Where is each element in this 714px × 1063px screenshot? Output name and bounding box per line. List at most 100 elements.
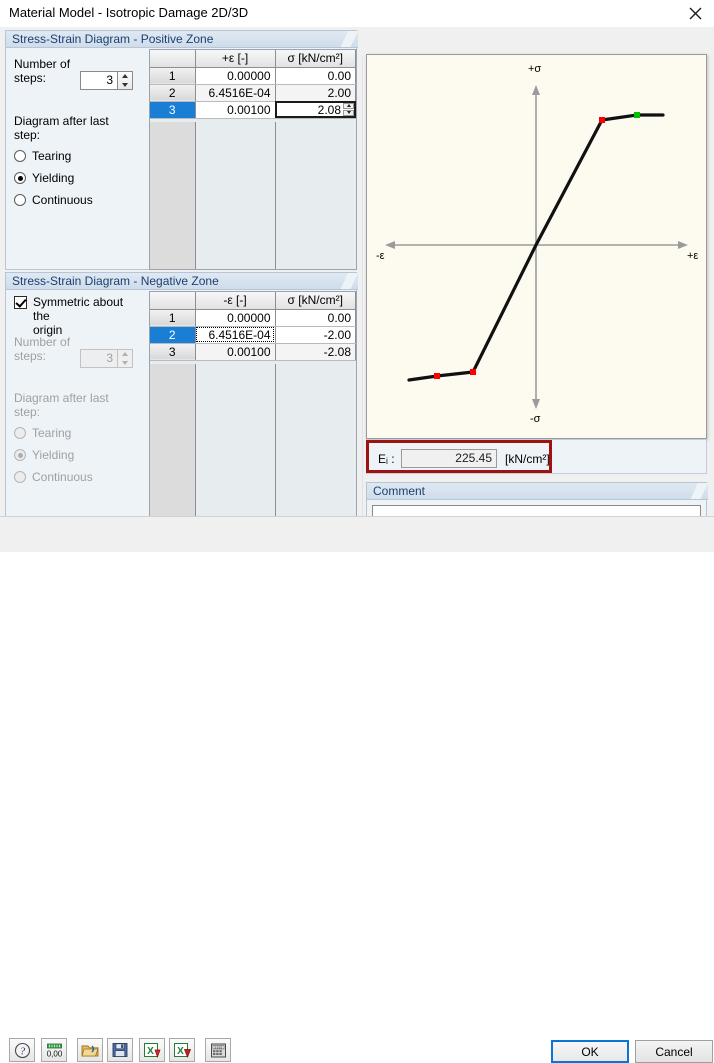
row-strain-cell-focused[interactable]: 6.4516E-04 [195,326,276,344]
negative-steps-stepper [118,349,133,368]
chart-axis-label-negative-sigma: -σ [530,413,541,425]
excel-import-icon[interactable]: X [139,1038,165,1062]
radio-icon [14,427,26,439]
table-row-selected[interactable]: 2 6.4516E-04 -2.00 [150,326,356,344]
table-row[interactable]: 1 0.00000 0.00 [150,67,356,85]
row-index[interactable]: 1 [150,309,196,327]
row-index[interactable]: 2 [150,84,196,102]
svg-text:8888: 8888 [214,1046,222,1050]
table-row[interactable]: 2 6.4516E-04 2.00 [150,84,356,102]
positive-option-yielding[interactable]: Yielding [14,170,74,186]
table-row-selected[interactable]: 3 0.00100 2.08 [150,101,356,119]
modulus-highlight-box: Eᵢ : 225.45 [kN/cm²] [366,440,552,473]
row-stress-cell[interactable]: -2.08 [275,343,356,361]
stepper-down-icon [118,359,131,367]
window-title: Material Model - Isotropic Damage 2D/3D [9,5,249,20]
negative-zone-table[interactable]: -ε [-] σ [kN/cm²] 1 0.00000 0.00 2 6.451… [149,291,357,533]
positive-option-continuous[interactable]: Continuous [14,192,93,208]
negative-zone-header: Stress-Strain Diagram - Negative Zone [6,273,358,290]
open-folder-icon[interactable] [77,1038,103,1062]
row-stress-cell-editing[interactable]: 2.08 [275,101,356,119]
help-icon[interactable]: ? [9,1038,35,1062]
negative-option-yielding: Yielding [14,447,74,463]
row-index[interactable]: 1 [150,67,196,85]
modulus-label: Eᵢ : [378,452,395,466]
col-index-header [150,292,196,310]
col-index-header [150,50,196,68]
row-stress-value: 2.08 [317,102,341,117]
positive-option-yielding-label: Yielding [32,171,75,185]
number-format-icon[interactable]: 0,00 [41,1038,67,1062]
row-strain-cell[interactable]: 0.00100 [195,101,276,119]
positive-zone-table[interactable]: +ε [-] σ [kN/cm²] 1 0.00000 0.00 2 6.451… [149,49,357,270]
table-header-row: +ε [-] σ [kN/cm²] [150,50,356,68]
col-stress-header: σ [kN/cm²] [275,292,356,310]
table-column-separator [275,122,276,269]
radio-icon [14,194,26,206]
radio-icon [14,449,26,461]
cell-stepper-up-icon[interactable] [343,102,354,109]
negative-option-tearing: Tearing [14,425,71,441]
close-icon[interactable] [680,2,710,24]
table-empty-index-column [150,364,196,532]
positive-steps-input[interactable]: 3 [80,71,118,90]
ok-button[interactable]: OK [551,1040,629,1063]
cancel-button[interactable]: Cancel [635,1040,713,1063]
table-header-row: -ε [-] σ [kN/cm²] [150,292,356,310]
positive-steps-label: Number of steps: [14,57,71,85]
negative-option-tearing-label: Tearing [32,426,72,440]
symmetric-about-origin-checkbox[interactable]: Symmetric about the origin [14,295,142,337]
col-strain-header: -ε [-] [195,292,276,310]
comment-header: Comment [367,483,708,500]
row-index[interactable]: 3 [150,343,196,361]
positive-diagram-label: Diagram after last step: [14,114,109,142]
checkbox-icon [14,296,27,309]
stress-strain-chart[interactable]: +σ -σ +ε -ε [366,54,707,439]
table-row[interactable]: 1 0.00000 0.00 [150,309,356,327]
negative-option-continuous-label: Continuous [32,470,93,484]
excel-export-icon[interactable]: X [169,1038,195,1062]
curve-marker-positive-end [634,112,640,118]
positive-steps-stepper[interactable] [118,71,133,90]
negative-option-yielding-label: Yielding [32,448,75,462]
table-row[interactable]: 3 0.00100 -2.08 [150,343,356,361]
positive-option-tearing[interactable]: Tearing [14,148,71,164]
row-stress-cell[interactable]: 2.00 [275,84,356,102]
calculator-icon[interactable]: 8888 [205,1038,231,1062]
chart-axis-label-positive-sigma: +σ [528,63,542,75]
save-disk-icon[interactable] [107,1038,133,1062]
row-index[interactable]: 3 [150,101,196,119]
row-stress-cell[interactable]: 0.00 [275,67,356,85]
row-stress-cell[interactable]: 0.00 [275,309,356,327]
table-column-separator [275,364,276,532]
row-strain-cell[interactable]: 0.00000 [195,67,276,85]
table-empty-index-column [150,122,196,269]
chart-axis-label-positive-epsilon: +ε [687,250,699,262]
positive-option-continuous-label: Continuous [32,193,93,207]
positive-zone-group: Stress-Strain Diagram - Positive Zone Nu… [5,30,358,270]
row-strain-cell[interactable]: 0.00000 [195,309,276,327]
dialog-body: Stress-Strain Diagram - Positive Zone Nu… [0,27,714,537]
table-empty-area[interactable] [150,364,356,532]
negative-zone-group: Stress-Strain Diagram - Negative Zone Sy… [5,272,358,533]
symmetric-about-origin-label: Symmetric about the origin [33,295,124,337]
window-titlebar: Material Model - Isotropic Damage 2D/3D [0,0,714,28]
col-strain-header: +ε [-] [195,50,276,68]
curve-marker-negative-plateau [434,373,440,379]
curve-marker-positive-yield [599,117,605,123]
cell-stepper-down-icon[interactable] [343,109,354,116]
row-stress-cell[interactable]: -2.00 [275,326,356,344]
stepper-up-icon[interactable] [118,72,131,80]
modulus-value-input[interactable]: 225.45 [401,449,497,468]
table-empty-area[interactable] [150,122,356,269]
svg-text:0,00: 0,00 [46,1049,62,1058]
stepper-down-icon[interactable] [118,81,131,89]
positive-option-tearing-label: Tearing [32,149,72,163]
stepper-up-icon [118,350,131,358]
row-strain-cell[interactable]: 6.4516E-04 [195,84,276,102]
row-strain-cell[interactable]: 0.00100 [195,343,276,361]
cell-stepper[interactable] [343,102,354,117]
negative-steps-input: 3 [80,349,118,368]
svg-text:X: X [147,1046,154,1057]
row-index[interactable]: 2 [150,326,196,344]
